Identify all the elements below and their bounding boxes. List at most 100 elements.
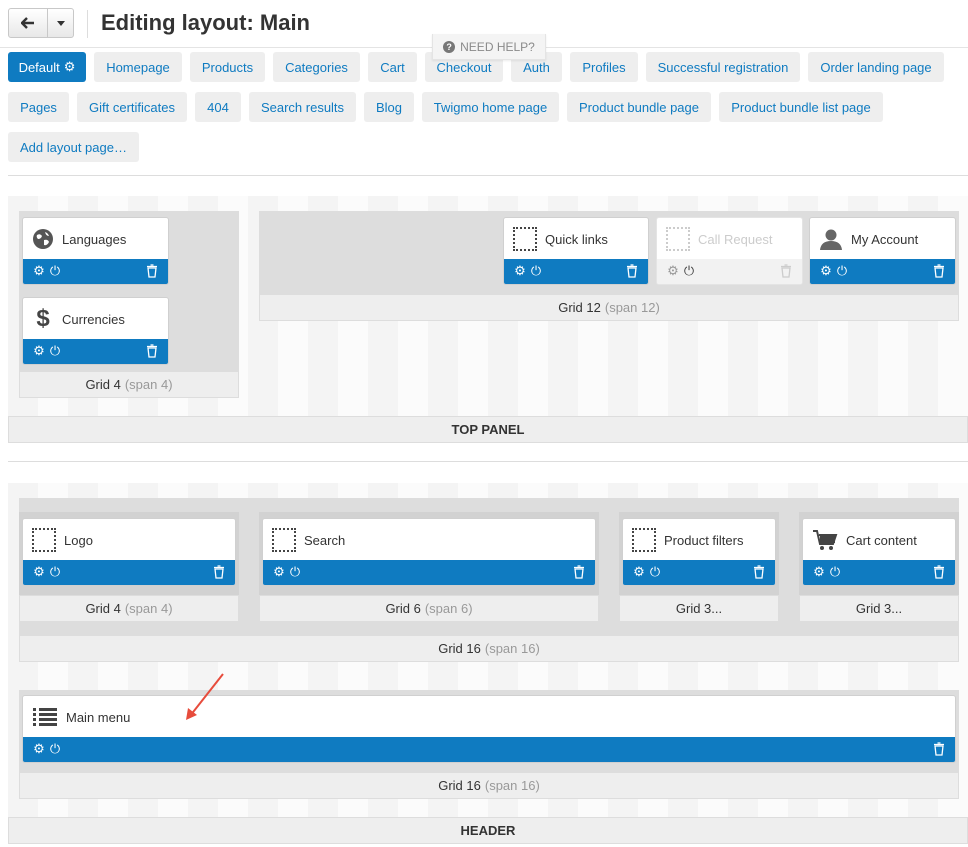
user-icon bbox=[820, 229, 842, 250]
tab-pages[interactable]: Pages bbox=[8, 92, 69, 122]
tab-homepage[interactable]: Homepage bbox=[94, 52, 182, 82]
block-name: Languages bbox=[62, 231, 127, 247]
block-name: My Account bbox=[851, 231, 919, 247]
block-main-menu[interactable]: Main menu ⚙ ⏻ bbox=[22, 695, 956, 763]
power-icon[interactable]: ⏻ bbox=[529, 264, 543, 278]
block-logo[interactable]: Logo ⚙ ⏻ bbox=[22, 518, 236, 586]
list-icon bbox=[33, 708, 57, 726]
block-name: Quick links bbox=[545, 231, 608, 247]
grid-label[interactable]: Grid 16 (span 16) bbox=[19, 772, 959, 799]
globe-icon bbox=[33, 229, 53, 249]
section-divider bbox=[8, 461, 968, 462]
trash-icon[interactable] bbox=[145, 344, 159, 358]
gear-icon[interactable]: ⚙ bbox=[272, 565, 286, 579]
gear-icon[interactable]: ⚙ bbox=[632, 565, 646, 579]
block-name: Main menu bbox=[66, 709, 131, 725]
block-name: Call Request bbox=[698, 231, 773, 247]
block-name: Logo bbox=[64, 532, 93, 548]
grid-label[interactable]: Grid 3... bbox=[799, 595, 959, 622]
annotation-arrow-icon bbox=[186, 673, 224, 720]
page-title: Editing layout: Main bbox=[101, 10, 310, 35]
tab-label: Default bbox=[18, 59, 60, 75]
tab-product-bundle-list-page[interactable]: Product bundle list page bbox=[719, 92, 883, 122]
gear-icon[interactable]: ⚙ bbox=[32, 344, 46, 358]
trash-icon[interactable] bbox=[932, 565, 946, 579]
header-divider bbox=[87, 10, 88, 38]
block-cart-content[interactable]: Cart content ⚙ ⏻ bbox=[802, 518, 956, 586]
grid-label[interactable]: Grid 3... bbox=[619, 595, 779, 622]
tabs-divider bbox=[8, 175, 968, 176]
power-icon[interactable]: ⏻ bbox=[48, 344, 62, 358]
power-icon[interactable]: ⏻ bbox=[682, 264, 696, 278]
gear-icon[interactable]: ⚙ bbox=[32, 742, 46, 756]
tab-successful-registration[interactable]: Successful registration bbox=[646, 52, 800, 82]
grid-label[interactable]: Grid 6 (span 6) bbox=[259, 595, 599, 622]
trash-icon[interactable] bbox=[145, 264, 159, 278]
chevron-down-icon[interactable] bbox=[48, 9, 73, 37]
block-call-request[interactable]: Call Request ⚙ ⏻ bbox=[656, 217, 803, 285]
tab-product-bundle-page[interactable]: Product bundle page bbox=[567, 92, 711, 122]
tab-404[interactable]: 404 bbox=[195, 92, 241, 122]
back-button-group[interactable] bbox=[8, 8, 74, 38]
grid-label[interactable]: Grid 16 (span 16) bbox=[19, 635, 959, 662]
tab-categories[interactable]: Categories bbox=[273, 52, 360, 82]
tab-order-landing-page[interactable]: Order landing page bbox=[808, 52, 944, 82]
block-name: Search bbox=[304, 532, 346, 548]
power-icon[interactable]: ⏻ bbox=[48, 565, 62, 579]
block-quick-links[interactable]: Quick links ⚙ ⏻ bbox=[503, 217, 649, 285]
block-currencies[interactable]: $ Currencies ⚙ ⏻ bbox=[22, 297, 169, 365]
trash-icon[interactable] bbox=[779, 264, 793, 278]
tab-profiles[interactable]: Profiles bbox=[570, 52, 638, 82]
grid-label[interactable]: Grid 4 (span 4) bbox=[19, 595, 239, 622]
header-label: HEADER bbox=[8, 817, 968, 844]
tab-blog[interactable]: Blog bbox=[364, 92, 414, 122]
trash-icon[interactable] bbox=[932, 264, 946, 278]
gear-icon[interactable]: ⚙ bbox=[666, 264, 680, 278]
power-icon[interactable]: ⏻ bbox=[648, 565, 662, 579]
top-panel-label: TOP PANEL bbox=[8, 416, 968, 443]
placeholder-icon bbox=[666, 227, 690, 251]
tab-gift-certificates[interactable]: Gift certificates bbox=[77, 92, 187, 122]
block-name: Product filters bbox=[664, 532, 744, 548]
arrow-left-icon[interactable] bbox=[9, 9, 48, 37]
trash-icon[interactable] bbox=[212, 565, 226, 579]
trash-icon[interactable] bbox=[572, 565, 586, 579]
block-languages[interactable]: Languages ⚙ ⏻ bbox=[22, 217, 169, 285]
gear-icon[interactable]: ⚙ bbox=[819, 264, 833, 278]
need-help-label: NEED HELP? bbox=[460, 39, 535, 54]
tab-default[interactable]: Default ⚙ bbox=[8, 52, 86, 82]
power-icon[interactable]: ⏻ bbox=[828, 565, 842, 579]
block-name: Currencies bbox=[62, 311, 125, 327]
tab-search-results[interactable]: Search results bbox=[249, 92, 356, 122]
block-my-account[interactable]: My Account ⚙ ⏻ bbox=[809, 217, 956, 285]
grid-label[interactable]: Grid 4 (span 4) bbox=[19, 371, 239, 398]
block-product-filters[interactable]: Product filters ⚙ ⏻ bbox=[622, 518, 776, 586]
gear-icon[interactable]: ⚙ bbox=[64, 59, 76, 75]
gear-icon[interactable]: ⚙ bbox=[812, 565, 826, 579]
block-name: Cart content bbox=[846, 532, 917, 548]
tab-twigmo-home-page[interactable]: Twigmo home page bbox=[422, 92, 559, 122]
placeholder-icon bbox=[272, 528, 296, 552]
add-layout-page-button[interactable]: Add layout page… bbox=[8, 132, 139, 162]
placeholder-icon bbox=[513, 227, 537, 251]
gear-icon[interactable]: ⚙ bbox=[513, 264, 527, 278]
question-icon: ? bbox=[443, 40, 456, 53]
trash-icon[interactable] bbox=[932, 742, 946, 756]
power-icon[interactable]: ⏻ bbox=[835, 264, 849, 278]
tab-products[interactable]: Products bbox=[190, 52, 265, 82]
placeholder-icon bbox=[32, 528, 56, 552]
dollar-icon: $ bbox=[36, 305, 50, 332]
power-icon[interactable]: ⏻ bbox=[288, 565, 302, 579]
power-icon[interactable]: ⏻ bbox=[48, 264, 62, 278]
need-help-button[interactable]: ? NEED HELP? bbox=[432, 34, 546, 60]
power-icon[interactable]: ⏻ bbox=[48, 742, 62, 756]
tab-cart[interactable]: Cart bbox=[368, 52, 417, 82]
placeholder-icon bbox=[632, 528, 656, 552]
trash-icon[interactable] bbox=[625, 264, 639, 278]
cart-icon bbox=[813, 530, 838, 550]
block-search[interactable]: Search ⚙ ⏻ bbox=[262, 518, 596, 586]
gear-icon[interactable]: ⚙ bbox=[32, 264, 46, 278]
gear-icon[interactable]: ⚙ bbox=[32, 565, 46, 579]
trash-icon[interactable] bbox=[752, 565, 766, 579]
grid-label[interactable]: Grid 12 (span 12) bbox=[259, 294, 959, 321]
